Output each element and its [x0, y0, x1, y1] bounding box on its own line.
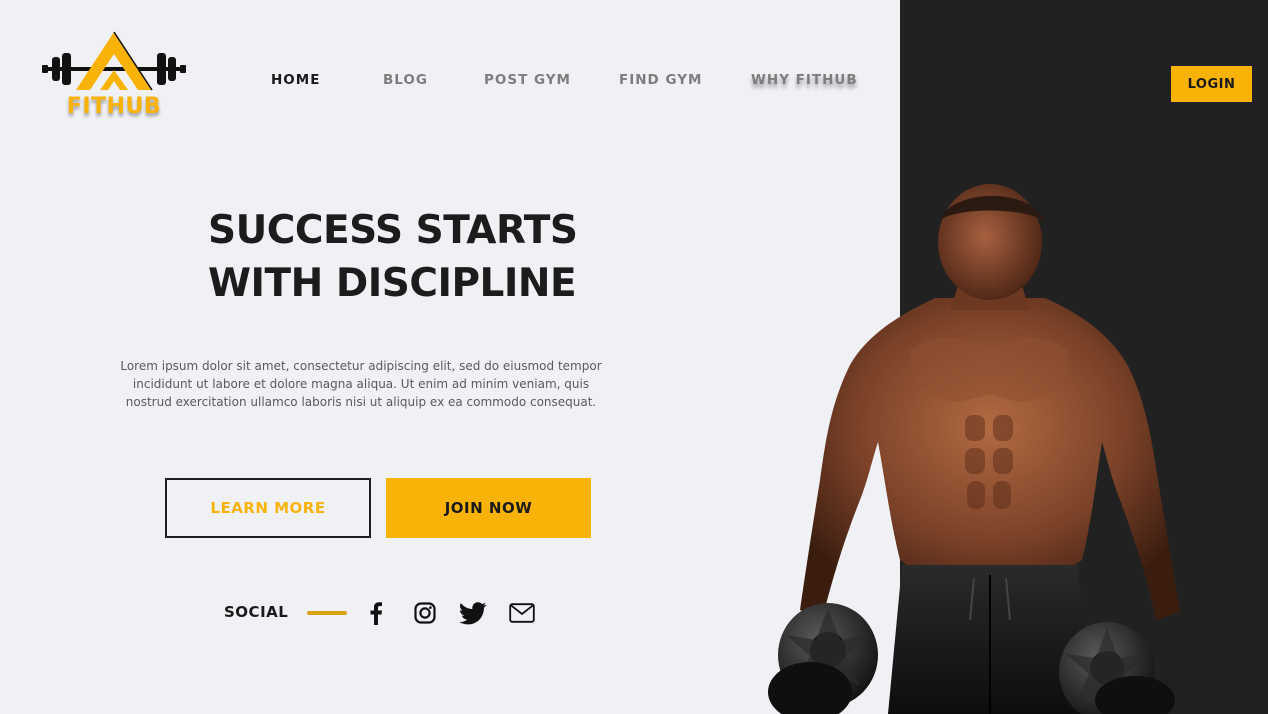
facebook-icon[interactable]: [362, 599, 390, 627]
hero-description: Lorem ipsum dolor sit amet, consectetur …: [120, 359, 602, 409]
social-divider: [307, 611, 347, 615]
mail-icon[interactable]: [508, 599, 536, 627]
login-button[interactable]: LOGIN: [1171, 66, 1252, 102]
social-label: SOCIAL: [224, 603, 289, 621]
fithub-logo[interactable]: FITHUB: [40, 28, 188, 124]
athlete-image: [760, 180, 1210, 714]
hero-title-line-1: SUCCESS STARTS: [208, 208, 578, 253]
nav-blog[interactable]: BLOG: [383, 72, 428, 88]
nav-why-fithub[interactable]: WHY FITHUB: [751, 72, 858, 88]
join-now-button[interactable]: JOIN NOW: [386, 478, 591, 538]
bodybuilder-illustration: [768, 184, 1180, 714]
hero-title-line-2: WITH DISCIPLINE: [208, 261, 577, 306]
twitter-icon[interactable]: [459, 599, 487, 627]
nav-find-gym[interactable]: FIND GYM: [619, 72, 702, 88]
nav-post-gym[interactable]: POST GYM: [484, 72, 571, 88]
logo-text: FITHUB: [66, 94, 162, 119]
instagram-icon[interactable]: [411, 599, 439, 627]
learn-more-button[interactable]: LEARN MORE: [165, 478, 371, 538]
hero-title: SUCCESS STARTS WITH DISCIPLINE: [208, 204, 628, 310]
barbell-logo-icon: [42, 31, 186, 91]
nav-home[interactable]: HOME: [271, 72, 320, 88]
